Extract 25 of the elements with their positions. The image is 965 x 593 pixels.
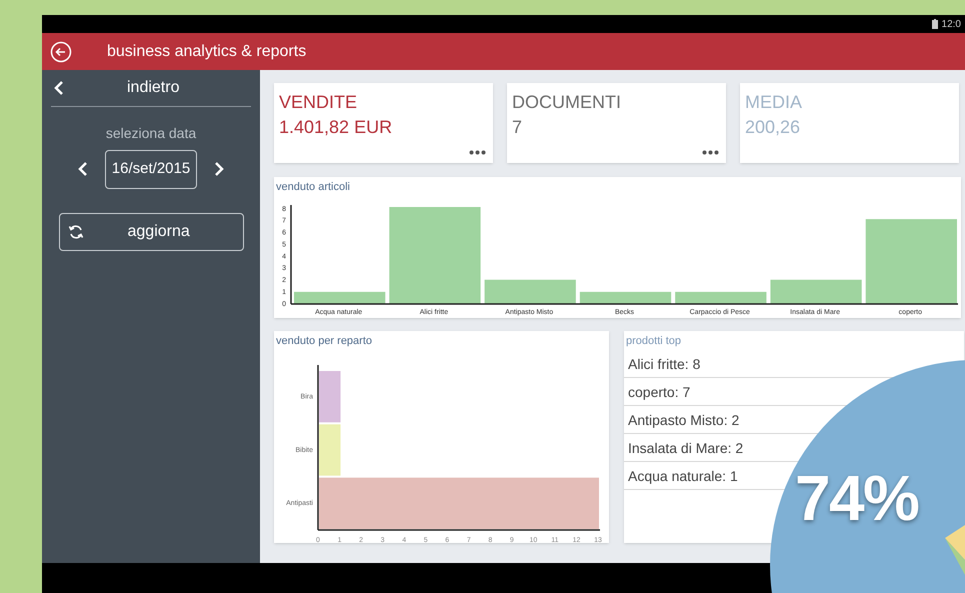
battery-icon xyxy=(932,19,938,29)
kpi-title: VENDITE xyxy=(279,91,358,113)
chevron-right-icon[interactable] xyxy=(213,161,226,178)
kpi-title: MEDIA xyxy=(745,91,804,113)
kpi-value: 200,26 xyxy=(745,116,802,138)
chevron-left-icon[interactable] xyxy=(76,161,89,178)
bar xyxy=(319,424,341,476)
back-link[interactable]: indietro xyxy=(127,76,180,100)
kpi-value: 7 xyxy=(512,116,524,138)
bar xyxy=(319,370,341,422)
back-icon[interactable] xyxy=(50,40,72,62)
more-icon[interactable] xyxy=(702,150,719,155)
date-label: seleziona data xyxy=(106,124,196,143)
chevron-left-icon[interactable] xyxy=(53,80,65,96)
kpi-value: 1.401,82 EUR xyxy=(279,116,394,138)
date-field[interactable]: 16/set/2015 xyxy=(104,150,198,188)
refresh-icon xyxy=(68,224,84,240)
chart-title: venduto per reparto xyxy=(276,334,374,349)
card-title: prodotti top xyxy=(626,334,682,349)
status-time: 12:0 xyxy=(942,18,961,32)
chart-title: venduto articoli xyxy=(276,180,351,195)
refresh-button[interactable]: aggiorna xyxy=(58,212,244,250)
kpi-title: DOCUMENTI xyxy=(512,91,622,113)
app-title: business analytics & reports xyxy=(107,42,306,62)
more-icon[interactable] xyxy=(469,150,486,155)
